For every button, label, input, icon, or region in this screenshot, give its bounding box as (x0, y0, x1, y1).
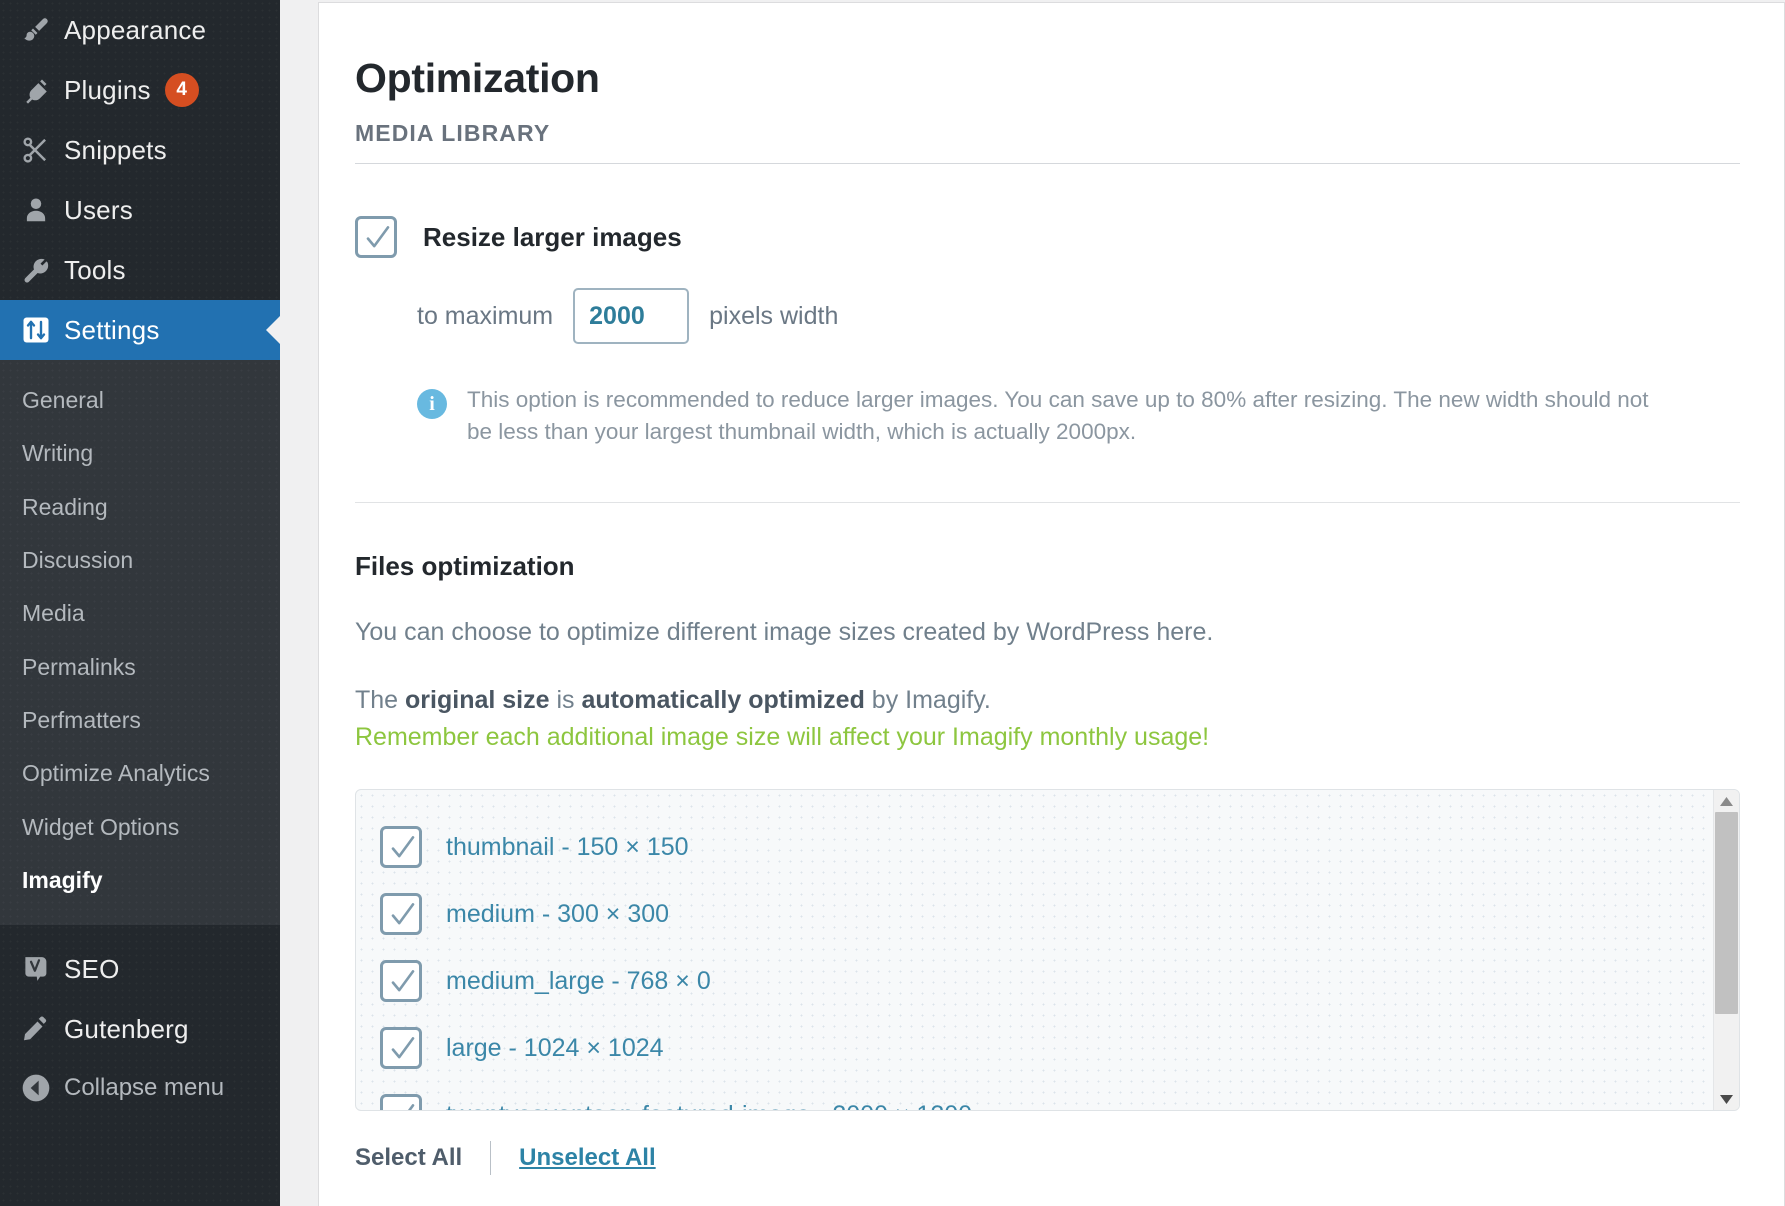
sidebar-item-media[interactable]: Media (0, 587, 280, 640)
original-size-bold: original size (405, 686, 549, 714)
sidebar-item-label: Snippets (64, 135, 167, 166)
list-item[interactable]: large - 1024 × 1024 (380, 1019, 1713, 1077)
image-size-checkbox-medium-large[interactable] (380, 960, 422, 1002)
monthly-usage-warning: Remember each additional image size will… (355, 721, 1740, 755)
yoast-icon (8, 954, 64, 984)
list-item[interactable]: medium_large - 768 × 0 (380, 952, 1713, 1010)
wordpress-admin-screen: Appearance Plugins 4 (0, 0, 1785, 1206)
original-line-mid: is (550, 686, 582, 714)
sidebar-item-label: Users (64, 195, 133, 226)
scissors-icon (8, 135, 64, 165)
image-size-label: thumbnail - 150 × 150 (446, 833, 689, 862)
sidebar-item-plugins[interactable]: Plugins 4 (0, 60, 280, 120)
sidebar-item-tools[interactable]: Tools (0, 240, 280, 300)
image-size-label: twentyseventeen-featured-image - 2000 × … (446, 1101, 972, 1111)
admin-sidebar: Appearance Plugins 4 (0, 0, 280, 1206)
plug-icon (8, 75, 64, 105)
sidebar-item-label: Settings (64, 315, 160, 346)
original-line-pre: The (355, 686, 405, 714)
sidebar-item-writing[interactable]: Writing (0, 427, 280, 480)
image-size-checkbox-twentyseventeen-featured-image[interactable] (380, 1094, 422, 1110)
sidebar-item-widget-options[interactable]: Widget Options (0, 801, 280, 854)
unselect-all-link[interactable]: Unselect All (519, 1144, 656, 1172)
resize-larger-images-checkbox[interactable] (355, 216, 397, 258)
image-sizes-scrollbar[interactable] (1713, 790, 1739, 1110)
collapse-arrow-icon (8, 1072, 64, 1104)
select-all-link[interactable]: Select All (355, 1144, 462, 1172)
select-controls-row: Select All Unselect All (355, 1141, 1740, 1175)
sidebar-item-permalinks[interactable]: Permalinks (0, 641, 280, 694)
sidebar-item-reading[interactable]: Reading (0, 481, 280, 534)
list-item[interactable]: medium - 300 × 300 (380, 885, 1713, 943)
collapse-menu-button[interactable]: Collapse menu (0, 1059, 280, 1117)
sidebar-item-discussion[interactable]: Discussion (0, 534, 280, 587)
paintbrush-icon (8, 15, 64, 45)
sidebar-item-label: Tools (64, 255, 126, 286)
original-line-post: by Imagify. (865, 686, 991, 714)
image-size-label: large - 1024 × 1024 (446, 1034, 664, 1063)
sidebar-item-users[interactable]: Users (0, 180, 280, 240)
resize-larger-images-label: Resize larger images (423, 222, 682, 253)
scroll-down-arrow-icon[interactable] (1714, 1088, 1739, 1110)
files-optimization-heading: Files optimization (355, 551, 1740, 582)
sidebar-item-label: Gutenberg (64, 1014, 189, 1045)
resize-checkbox-row: Resize larger images (355, 216, 1740, 258)
sidebar-item-label: SEO (64, 954, 120, 985)
image-size-label: medium - 300 × 300 (446, 900, 669, 929)
scrollbar-track[interactable] (1714, 812, 1739, 1088)
resize-max-width-input[interactable] (573, 288, 689, 344)
image-size-label: medium_large - 768 × 0 (446, 967, 711, 996)
main-content-area: Optimization MEDIA LIBRARY Resize larger… (280, 0, 1785, 1206)
collapse-menu-label: Collapse menu (64, 1074, 224, 1102)
image-sizes-listbox: thumbnail - 150 × 150 medium - 300 × 300 (355, 789, 1740, 1111)
select-controls-separator (490, 1141, 491, 1175)
sidebar-item-seo[interactable]: SEO (0, 939, 280, 999)
automatically-optimized-bold: automatically optimized (581, 686, 864, 714)
sidebar-item-imagify[interactable]: Imagify (0, 854, 280, 907)
pixels-width-label: pixels width (709, 302, 838, 331)
sidebar-item-perfmatters[interactable]: Perfmatters (0, 694, 280, 747)
sidebar-item-settings[interactable]: Settings (0, 300, 280, 360)
page-subtitle: MEDIA LIBRARY (355, 120, 1740, 147)
sidebar-item-snippets[interactable]: Snippets (0, 120, 280, 180)
imagify-settings-panel: Optimization MEDIA LIBRARY Resize larger… (318, 2, 1785, 1206)
resize-info-notice: i This option is recommended to reduce l… (417, 384, 1667, 448)
settings-sliders-icon (8, 315, 64, 345)
sidebar-item-label: Plugins (64, 75, 151, 106)
list-item[interactable]: twentyseventeen-featured-image - 2000 × … (380, 1086, 1713, 1110)
sidebar-item-label: Appearance (64, 15, 206, 46)
pencil-icon (8, 1014, 64, 1044)
scrollbar-thumb[interactable] (1715, 812, 1738, 1013)
sidebar-item-appearance[interactable]: Appearance (0, 0, 280, 60)
sidebar-item-optimize-analytics[interactable]: Optimize Analytics (0, 747, 280, 800)
sidebar-bottom-menu: SEO Gutenberg Collapse (0, 939, 280, 1117)
files-optimization-intro: You can choose to optimize different ima… (355, 616, 1740, 650)
settings-submenu: General Writing Reading Discussion Media… (0, 360, 280, 925)
image-sizes-list: thumbnail - 150 × 150 medium - 300 × 300 (356, 790, 1713, 1110)
sidebar-main-menu: Appearance Plugins 4 (0, 0, 280, 360)
user-icon (8, 195, 64, 225)
wrench-icon (8, 255, 64, 285)
files-optimization-section: Files optimization You can choose to opt… (355, 551, 1740, 1175)
image-size-checkbox-large[interactable] (380, 1027, 422, 1069)
resize-notice-text: This option is recommended to reduce lar… (467, 384, 1667, 448)
original-size-line: The original size is automatically optim… (355, 684, 1740, 718)
max-width-row: to maximum pixels width (417, 288, 1740, 344)
plugins-update-badge: 4 (165, 73, 199, 107)
info-icon: i (417, 389, 447, 419)
sidebar-item-general[interactable]: General (0, 374, 280, 427)
image-size-checkbox-medium[interactable] (380, 893, 422, 935)
page-title: Optimization (355, 57, 1740, 100)
section-divider (355, 502, 1740, 503)
to-maximum-label: to maximum (417, 302, 553, 331)
scroll-up-arrow-icon[interactable] (1714, 790, 1739, 812)
resize-larger-images-section: Resize larger images to maximum pixels w… (355, 164, 1740, 503)
sidebar-item-gutenberg[interactable]: Gutenberg (0, 999, 280, 1059)
image-size-checkbox-thumbnail[interactable] (380, 826, 422, 868)
list-item[interactable]: thumbnail - 150 × 150 (380, 818, 1713, 876)
